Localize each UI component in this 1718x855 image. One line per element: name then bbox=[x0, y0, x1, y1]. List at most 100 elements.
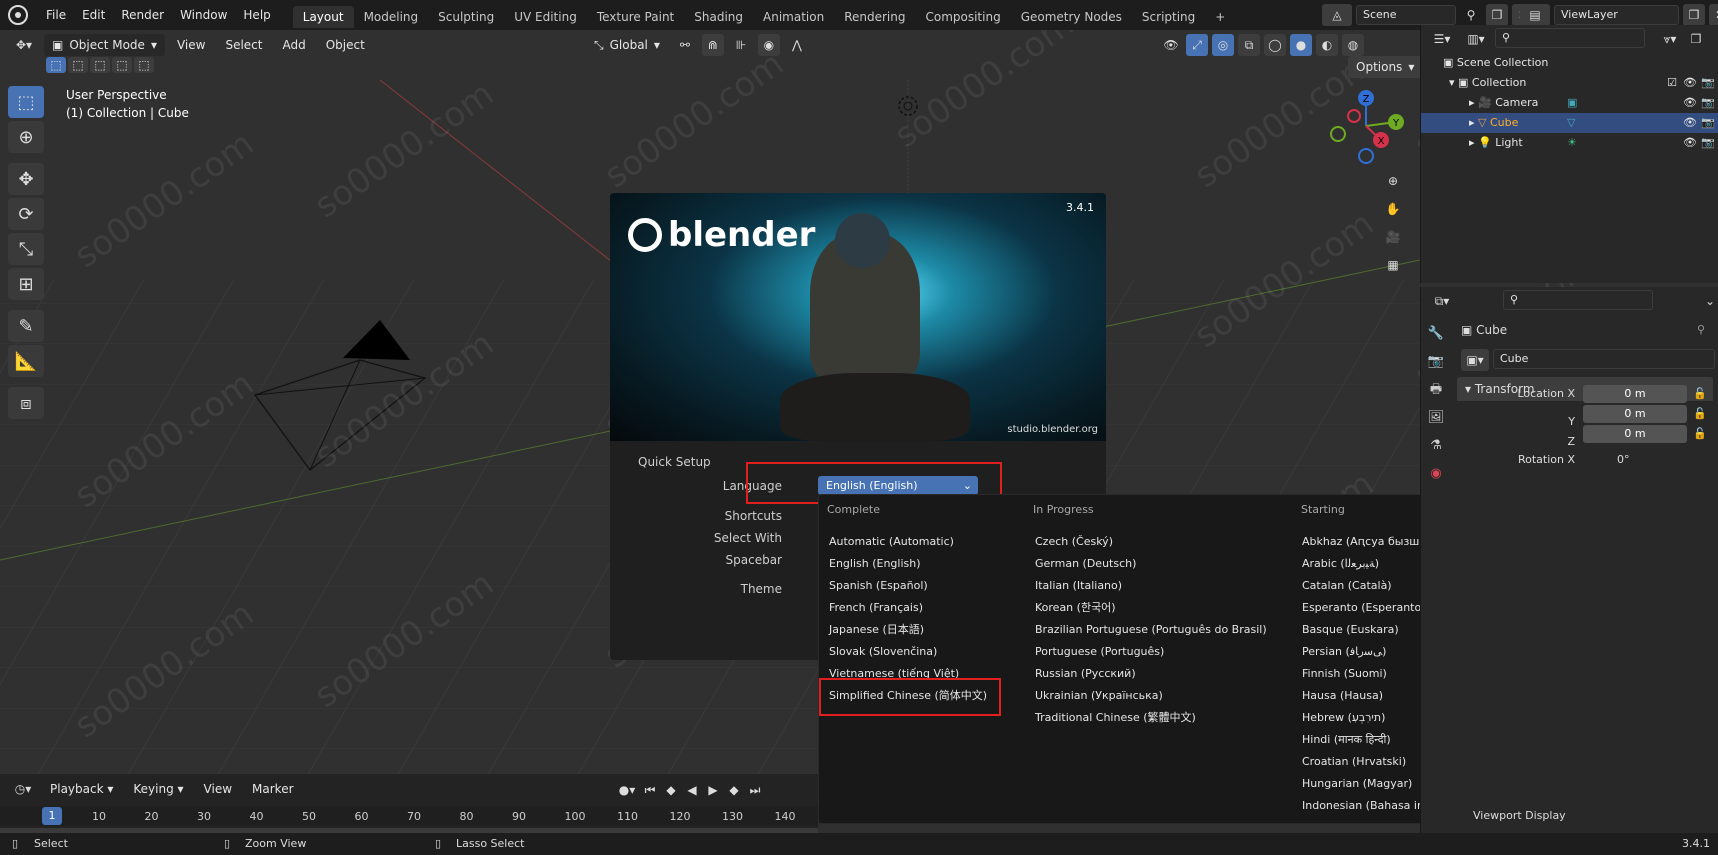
language-option[interactable]: Slovak (Slovenčina) bbox=[829, 641, 987, 663]
properties-editor-icon[interactable]: ⧉▾ bbox=[1427, 290, 1457, 312]
snap-icon[interactable]: ⋒ bbox=[701, 34, 724, 56]
pan-hand-icon[interactable]: ✋ bbox=[1382, 198, 1404, 220]
zoom-icon[interactable]: ⊕ bbox=[1382, 170, 1404, 192]
splash-credit[interactable]: studio.blender.org bbox=[1007, 424, 1098, 435]
blender-logo-icon[interactable] bbox=[8, 5, 28, 25]
orientation-selector[interactable]: ⤡ Global ▾ bbox=[586, 34, 668, 56]
tab-rendering[interactable]: Rendering bbox=[834, 6, 915, 28]
viewlayer-icon[interactable]: ▤ bbox=[1520, 4, 1550, 26]
location-y-field[interactable]: 0 m bbox=[1583, 405, 1687, 423]
new-collection-icon[interactable]: ❐ bbox=[1685, 28, 1707, 50]
scene-icon[interactable]: ◬ bbox=[1322, 4, 1352, 26]
playback-menu[interactable]: Playback ▾ bbox=[42, 778, 121, 800]
render-icon[interactable]: 📷 bbox=[1701, 73, 1715, 93]
editor-type-icon[interactable]: ✥▾ bbox=[8, 34, 40, 56]
visibility-icon[interactable]: 👁 bbox=[1160, 34, 1182, 56]
shading-rendered-icon[interactable]: ◍ bbox=[1342, 34, 1364, 56]
falloff-icon[interactable]: ⋀ bbox=[786, 34, 808, 56]
shading-material-icon[interactable]: ◐ bbox=[1316, 34, 1338, 56]
location-x-field[interactable]: 0 m bbox=[1583, 385, 1687, 403]
marker-menu[interactable]: Marker bbox=[244, 778, 301, 800]
add-workspace-button[interactable]: + bbox=[1205, 6, 1235, 28]
select-extend-icon[interactable]: ⬚ bbox=[68, 57, 88, 73]
record-icon[interactable]: ●▾ bbox=[616, 779, 638, 801]
eye-icon[interactable]: 👁 bbox=[1683, 93, 1697, 113]
select-box-tool-icon[interactable]: ⬚ bbox=[8, 86, 44, 118]
rotation-x-value[interactable]: 0° bbox=[1617, 453, 1630, 466]
cursor-tool-icon[interactable]: ⊕ bbox=[8, 121, 44, 153]
prev-keyframe-icon[interactable]: ◆ bbox=[662, 779, 680, 801]
world-tab-icon[interactable]: ◉ bbox=[1425, 463, 1447, 485]
lock-icon[interactable]: 🔓 bbox=[1693, 427, 1707, 440]
measure-tool-icon[interactable]: 📐 bbox=[8, 345, 44, 377]
language-option[interactable]: Spanish (Español) bbox=[829, 575, 987, 597]
language-option[interactable]: Italian (Italiano) bbox=[1035, 575, 1267, 597]
menu-window[interactable]: Window bbox=[172, 0, 235, 30]
proportional-edit-icon[interactable]: ◉ bbox=[757, 34, 780, 56]
menu-select[interactable]: Select bbox=[217, 34, 270, 56]
jump-end-icon[interactable]: ⏭ bbox=[746, 779, 764, 801]
display-mode-icon[interactable]: ▥▾ bbox=[1461, 28, 1491, 50]
pivot-icon[interactable]: ⚯ bbox=[674, 34, 696, 56]
scene-tab-icon[interactable]: ⚗ bbox=[1425, 435, 1447, 457]
select-subtract-icon[interactable]: ⬚ bbox=[90, 57, 110, 73]
timeline-editor-icon[interactable]: ◷▾ bbox=[8, 778, 38, 800]
annotate-tool-icon[interactable]: ✎ bbox=[8, 310, 44, 342]
rotate-tool-icon[interactable]: ⟳ bbox=[8, 198, 44, 230]
location-z-field[interactable]: 0 m bbox=[1583, 425, 1687, 443]
mode-selector[interactable]: ▣ Object Mode ▾ bbox=[44, 34, 165, 56]
language-selector[interactable]: English (English) ⌄ bbox=[818, 476, 978, 495]
options-chevron-icon[interactable]: ⌄ bbox=[1699, 290, 1718, 312]
menu-add[interactable]: Add bbox=[274, 34, 313, 56]
language-option[interactable]: French (Français) bbox=[829, 597, 987, 619]
language-option[interactable]: Ukrainian (Українська) bbox=[1035, 685, 1267, 707]
tool-tab-icon[interactable]: 🔧 bbox=[1425, 323, 1447, 345]
timeline-view-menu[interactable]: View bbox=[196, 778, 240, 800]
outliner-row-scene-collection[interactable]: ▣ Scene Collection bbox=[1421, 53, 1718, 73]
camera-view-icon[interactable]: 🎥 bbox=[1382, 226, 1404, 248]
shading-wireframe-icon[interactable]: ◯ bbox=[1264, 34, 1286, 56]
tab-geometry-nodes[interactable]: Geometry Nodes bbox=[1011, 6, 1132, 28]
menu-render[interactable]: Render bbox=[113, 0, 172, 30]
delete-viewlayer-icon[interactable]: ✕ bbox=[1709, 4, 1718, 26]
render-icon[interactable]: 📷 bbox=[1701, 133, 1715, 153]
snap-target-icon[interactable]: ⊪ bbox=[730, 34, 752, 56]
outliner-row-cube[interactable]: ▸ ▽ Cube ▽ 👁 📷 bbox=[1421, 113, 1718, 133]
scene-field[interactable]: Scene bbox=[1356, 5, 1456, 25]
pin-icon[interactable]: ⚲ bbox=[1460, 4, 1482, 26]
checkbox-icon[interactable]: ☑ bbox=[1667, 73, 1677, 93]
eye-icon[interactable]: 👁 bbox=[1683, 113, 1697, 133]
language-option[interactable]: English (English) bbox=[829, 553, 987, 575]
outliner-row-camera[interactable]: ▸ 🎥 Camera ▣ 👁 📷 bbox=[1421, 93, 1718, 113]
language-option[interactable]: Czech (Český) bbox=[1035, 531, 1267, 553]
render-icon[interactable]: 📷 bbox=[1701, 93, 1715, 113]
object-name-field[interactable]: Cube bbox=[1493, 349, 1715, 369]
eye-icon[interactable]: 👁 bbox=[1683, 133, 1697, 153]
new-viewlayer-icon[interactable]: ❐ bbox=[1683, 4, 1705, 26]
tab-shading[interactable]: Shading bbox=[684, 6, 753, 28]
xray-icon[interactable]: ⧉ bbox=[1238, 34, 1260, 56]
outliner-search-input[interactable]: ⚲ bbox=[1495, 28, 1645, 48]
menu-help[interactable]: Help bbox=[235, 0, 278, 30]
menu-file[interactable]: File bbox=[38, 0, 74, 30]
filter-icon[interactable]: ⩔▾ bbox=[1659, 28, 1681, 50]
view-layer-tab-icon[interactable]: 🖼 bbox=[1425, 407, 1447, 429]
options-dropdown[interactable]: Options ▾ bbox=[1348, 56, 1423, 78]
scale-tool-icon[interactable]: ⤡ bbox=[8, 233, 44, 265]
tab-animation[interactable]: Animation bbox=[753, 6, 834, 28]
language-option[interactable]: Portuguese (Português) bbox=[1035, 641, 1267, 663]
output-tab-icon[interactable]: 🖶 bbox=[1425, 379, 1447, 401]
language-option[interactable]: Automatic (Automatic) bbox=[829, 531, 987, 553]
tab-compositing[interactable]: Compositing bbox=[915, 6, 1010, 28]
menu-view[interactable]: View bbox=[169, 34, 213, 56]
tab-uv-editing[interactable]: UV Editing bbox=[504, 6, 587, 28]
move-tool-icon[interactable]: ✥ bbox=[8, 163, 44, 195]
properties-search-input[interactable]: ⚲ bbox=[1503, 290, 1653, 310]
viewport-display-section[interactable]: Viewport Display bbox=[1473, 809, 1566, 822]
play-reverse-icon[interactable]: ◀ bbox=[683, 779, 701, 801]
next-keyframe-icon[interactable]: ◆ bbox=[725, 779, 743, 801]
pin-icon[interactable]: ⚲ bbox=[1697, 323, 1705, 336]
jump-start-icon[interactable]: ⏮ bbox=[641, 779, 659, 801]
language-option[interactable]: Russian (Русский) bbox=[1035, 663, 1267, 685]
object-browse-icon[interactable]: ▣▾ bbox=[1461, 349, 1489, 371]
